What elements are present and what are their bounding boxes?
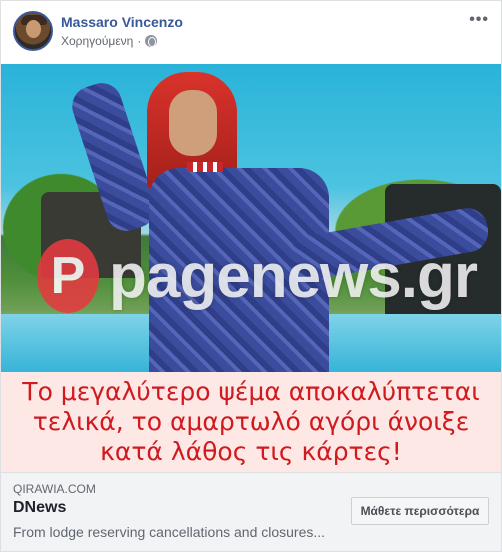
link-preview[interactable]: QIRAWIA.COM DNews From lodge reserving c… bbox=[1, 472, 501, 551]
meta-separator: · bbox=[137, 34, 142, 48]
face bbox=[169, 90, 217, 156]
caption-line-2: τελικά, το αμαρτωλό αγόρι άνοιξε bbox=[32, 407, 470, 436]
image-caption: Το μεγαλύτερο ψέμα αποκαλύπτεται τελικά,… bbox=[1, 372, 501, 472]
link-title[interactable]: DNews bbox=[13, 499, 66, 517]
post-image[interactable]: P pagenews.gr Το μεγαλύτερο ψέμα αποκαλύ… bbox=[1, 64, 501, 472]
collar-stripe bbox=[187, 162, 223, 172]
link-description: From lodge reserving cancellations and c… bbox=[13, 524, 326, 540]
sponsored-meta: Χορηγούμενη · bbox=[61, 34, 158, 48]
pagenews-watermark: P pagenews.gr bbox=[37, 236, 478, 316]
sponsored-post-card: Massaro Vincenzo Χορηγούμενη · ••• P pag… bbox=[0, 0, 502, 552]
pagenews-logo-icon: P bbox=[37, 239, 99, 313]
avatar-face bbox=[26, 20, 41, 38]
globe-icon[interactable] bbox=[145, 35, 158, 47]
learn-more-button[interactable]: Μάθετε περισσότερα bbox=[351, 497, 489, 525]
caption-line-1: Το μεγαλύτερο ψέμα αποκαλύπτεται bbox=[22, 377, 480, 406]
video-scene: P pagenews.gr bbox=[1, 64, 501, 372]
link-domain: QIRAWIA.COM bbox=[13, 482, 96, 496]
person-figure bbox=[67, 72, 492, 372]
post-header: Massaro Vincenzo Χορηγούμενη · ••• bbox=[1, 1, 501, 63]
more-options-icon[interactable]: ••• bbox=[469, 11, 489, 29]
watermark-text: pagenews.gr bbox=[109, 241, 478, 311]
author-name[interactable]: Massaro Vincenzo bbox=[61, 14, 183, 30]
sponsored-label[interactable]: Χορηγούμενη bbox=[61, 34, 133, 48]
author-avatar[interactable] bbox=[13, 11, 53, 51]
caption-line-3: κατά λάθος τις κάρτες! bbox=[100, 437, 402, 466]
